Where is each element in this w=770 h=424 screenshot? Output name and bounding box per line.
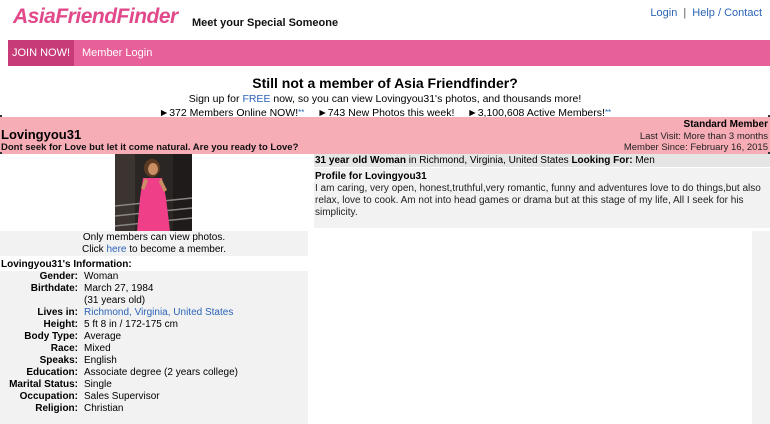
- member-type: Standard Member: [683, 119, 768, 130]
- promo-sub-before: Sign up for: [188, 93, 243, 105]
- profile-description-title: Profile for Lovingyou31: [315, 171, 427, 182]
- info-key: Marital Status:: [9, 379, 78, 390]
- info-row-education: Education: Associate degree (2 years coll…: [0, 367, 308, 379]
- info-heading: Lovingyou31's Information:: [1, 259, 132, 270]
- corner-dot: [0, 115, 2, 117]
- site-logo[interactable]: AsiaFriendFinder: [13, 4, 178, 30]
- info-value: Sales Supervisor: [84, 391, 160, 402]
- info-table: Gender: Woman Birthdate: March 27, 1984 (3…: [0, 271, 308, 424]
- last-visit: Last Visit: More than 3 months: [639, 131, 768, 142]
- info-value: Average: [84, 331, 122, 342]
- info-key: Race:: [50, 343, 78, 354]
- info-value: English: [84, 355, 117, 366]
- member-since: Member Since: February 16, 2015: [623, 142, 768, 153]
- profile-header: Lovingyou31 Dont seek for Love but let i…: [0, 117, 770, 154]
- site-tagline: Meet your Special Someone: [192, 17, 339, 29]
- link-separator: |: [683, 7, 687, 19]
- top-links: Login | Help / Contact: [650, 7, 762, 19]
- summary-looking-for-value: Men: [632, 155, 655, 166]
- info-row-marital-status: Marital Status: Single: [0, 379, 308, 391]
- profile-description: Profile for Lovingyou31 I am caring, ver…: [314, 168, 770, 228]
- signup-promo: Still not a member of Asia Friendfinder?…: [0, 75, 770, 120]
- info-key: Gender:: [39, 271, 78, 282]
- info-value: Christian: [84, 403, 124, 414]
- photo-members-note: Only members can view photos. Click here…: [0, 231, 308, 256]
- promo-sub-after: now, so you can view Lovingyou31's photo…: [270, 93, 582, 105]
- profile-summary: 31 year old Woman in Richmond, Virginia,…: [314, 154, 770, 167]
- info-row-height: Height: 5 ft 8 in / 172-175 cm: [0, 319, 308, 331]
- info-key: Birthdate:: [30, 283, 78, 294]
- login-link[interactable]: Login: [650, 7, 677, 19]
- profile-photo-image: [115, 154, 192, 231]
- info-value: Richmond, Virginia, United States: [84, 307, 308, 319]
- info-value: Mixed: [84, 343, 111, 354]
- help-contact-link[interactable]: Help / Contact: [692, 7, 762, 19]
- photo-note-line1: Only members can view photos.: [82, 232, 226, 243]
- corner-dot: [0, 152, 2, 154]
- location-link[interactable]: Richmond, Virginia, United States: [84, 307, 233, 318]
- info-value: (31 years old): [84, 295, 146, 306]
- info-key: Lives in:: [37, 307, 78, 318]
- stat-asterisk: **: [298, 108, 305, 117]
- info-row-birthdate: Birthdate: March 27, 1984: [0, 283, 308, 295]
- info-row-occupation: Occupation: Sales Supervisor: [0, 391, 308, 403]
- info-key: [0, 295, 84, 307]
- summary-age-gender: 31 year old Woman: [315, 155, 406, 166]
- profile-headline: Dont seek for Love but let it come natur…: [1, 142, 299, 153]
- info-key: Speaks:: [39, 355, 78, 366]
- photo-note-end: to become a member.: [126, 244, 226, 255]
- info-row-religion: Religion: Christian: [0, 403, 308, 415]
- info-value: March 27, 1984: [84, 283, 154, 294]
- stat-asterisk: **: [604, 108, 612, 117]
- info-key: Religion:: [35, 403, 78, 414]
- promo-title: Still not a member of Asia Friendfinder?: [252, 75, 518, 91]
- profile-description-text: I am caring, very open, honest,truthful,…: [315, 183, 761, 218]
- info-row-lives-in: Lives in: Richmond, Virginia, United Stat…: [0, 307, 308, 319]
- info-key: Body Type:: [24, 331, 78, 342]
- photo-note-click: Click: [82, 244, 107, 255]
- info-key: Occupation:: [19, 391, 78, 402]
- info-value: Woman: [84, 271, 119, 282]
- profile-photo[interactable]: [115, 154, 192, 231]
- info-value: Associate degree (2 years college): [84, 367, 238, 378]
- free-signup-link[interactable]: FREE: [242, 93, 270, 105]
- summary-looking-for-label: Looking For:: [571, 155, 633, 166]
- summary-location: in Richmond, Virginia, United States: [405, 155, 572, 166]
- become-member-link[interactable]: here: [106, 244, 126, 255]
- join-now-button[interactable]: JOIN NOW!: [8, 40, 74, 66]
- photo-note-line2: Click here to become a member.: [0, 244, 308, 256]
- info-row-speaks: Speaks: English: [0, 355, 308, 367]
- promo-subtitle: Sign up for FREE now, so you can view Lo…: [0, 93, 770, 106]
- info-row-gender: Gender: Woman: [0, 271, 308, 283]
- info-value: 5 ft 8 in / 172-175 cm: [84, 319, 178, 330]
- info-row-race: Race: Mixed: [0, 343, 308, 355]
- nav-bar: JOIN NOW! Member Login: [8, 40, 770, 66]
- info-row-body-type: Body Type: Average: [0, 331, 308, 343]
- info-value: Single: [84, 379, 112, 390]
- info-key: Height:: [43, 319, 78, 330]
- profile-username: Lovingyou31: [1, 127, 82, 142]
- right-column-panel: [752, 231, 770, 424]
- info-row-age: (31 years old): [0, 295, 308, 307]
- info-key: Education:: [26, 367, 78, 378]
- page: AsiaFriendFinder Meet your Special Someo…: [0, 0, 770, 424]
- member-login-link[interactable]: Member Login: [82, 40, 152, 66]
